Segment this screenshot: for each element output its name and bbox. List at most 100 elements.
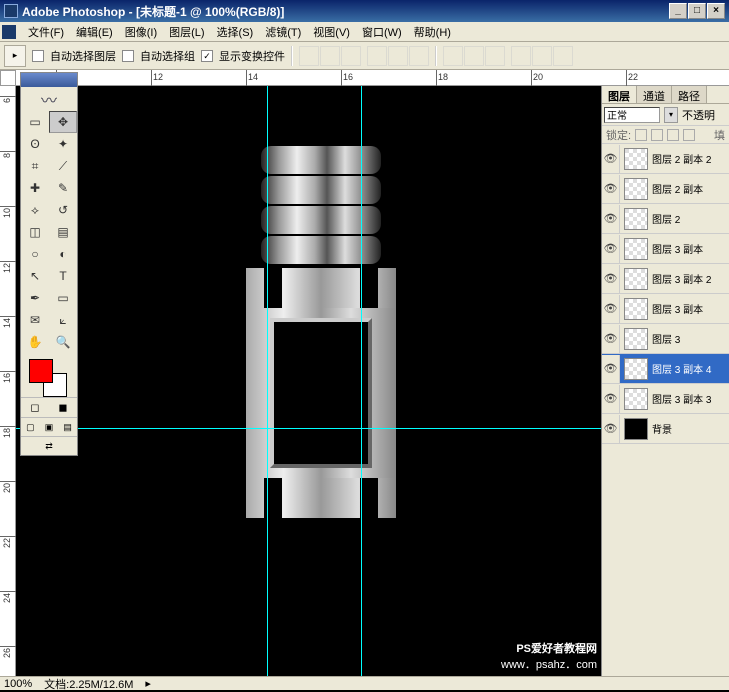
layer-thumbnail[interactable] xyxy=(624,208,648,230)
tool-type[interactable]: T xyxy=(49,265,77,287)
lock-transparency-icon[interactable] xyxy=(635,129,647,141)
tool-slice[interactable]: ⟋ xyxy=(49,155,77,177)
layer-thumbnail[interactable] xyxy=(624,298,648,320)
visibility-eye-icon[interactable]: 👁 xyxy=(602,145,620,173)
layer-thumbnail[interactable] xyxy=(624,328,648,350)
layer-row[interactable]: 👁背景 xyxy=(602,414,729,444)
layer-row[interactable]: 👁图层 3 副本 xyxy=(602,294,729,324)
align-vcenter-button[interactable] xyxy=(320,46,340,66)
menu-view[interactable]: 视图(V) xyxy=(307,22,356,42)
guide-vertical-left[interactable] xyxy=(267,86,268,676)
tool-gradient[interactable]: ▤ xyxy=(49,221,77,243)
layer-thumbnail[interactable] xyxy=(624,268,648,290)
quickmask-mode-button[interactable]: ◼ xyxy=(49,397,77,417)
visibility-eye-icon[interactable]: 👁 xyxy=(602,235,620,263)
show-transform-checkbox[interactable] xyxy=(201,50,213,62)
tool-crop[interactable]: ⌗ xyxy=(21,155,49,177)
lock-paint-icon[interactable] xyxy=(651,129,663,141)
toolbox[interactable]: ▭✥ʘ✦⌗⟋✚✎⟡↺◫▤○◐↖T✒▭✉⟀✋🔍 ◻ ◼ ▢ ▣ ▤ ⇄ xyxy=(20,72,78,456)
tool-stamp[interactable]: ⟡ xyxy=(21,199,49,221)
tool-move[interactable]: ✥ xyxy=(49,111,77,133)
tool-shape[interactable]: ▭ xyxy=(49,287,77,309)
visibility-eye-icon[interactable]: 👁 xyxy=(602,175,620,203)
dist-4-button[interactable] xyxy=(511,46,531,66)
tab-layers[interactable]: 图层 xyxy=(602,86,637,103)
ruler-vertical[interactable]: 68101214161820222426 xyxy=(0,86,16,676)
maximize-button[interactable]: □ xyxy=(688,3,706,19)
tool-lasso[interactable]: ʘ xyxy=(21,133,49,155)
lock-position-icon[interactable] xyxy=(667,129,679,141)
align-hcenter-button[interactable] xyxy=(388,46,408,66)
tab-channels[interactable]: 通道 xyxy=(637,86,672,103)
layer-row[interactable]: 👁图层 3 副本 xyxy=(602,234,729,264)
standard-mode-button[interactable]: ◻ xyxy=(21,397,49,417)
tool-marquee[interactable]: ▭ xyxy=(21,111,49,133)
menu-layer[interactable]: 图层(L) xyxy=(163,22,210,42)
tool-notes[interactable]: ✉ xyxy=(21,309,49,331)
lock-all-icon[interactable] xyxy=(683,129,695,141)
jump-to-button[interactable]: ⇄ xyxy=(21,437,77,455)
tool-wand[interactable]: ✦ xyxy=(49,133,77,155)
visibility-eye-icon[interactable]: 👁 xyxy=(602,295,620,323)
dist-1-button[interactable] xyxy=(443,46,463,66)
screen-full-button[interactable]: ▤ xyxy=(58,418,77,436)
visibility-eye-icon[interactable]: 👁 xyxy=(602,415,620,443)
dist-3-button[interactable] xyxy=(485,46,505,66)
layer-row[interactable]: 👁图层 2 副本 2 xyxy=(602,144,729,174)
menu-filter[interactable]: 滤镜(T) xyxy=(259,22,307,42)
visibility-eye-icon[interactable]: 👁 xyxy=(602,265,620,293)
align-right-button[interactable] xyxy=(409,46,429,66)
layer-row[interactable]: 👁图层 3 xyxy=(602,324,729,354)
screen-full-menu-button[interactable]: ▣ xyxy=(40,418,59,436)
layer-thumbnail[interactable] xyxy=(624,358,648,380)
guide-vertical-right[interactable] xyxy=(361,86,362,676)
foreground-color-swatch[interactable] xyxy=(29,359,53,383)
dist-2-button[interactable] xyxy=(464,46,484,66)
menu-image[interactable]: 图像(I) xyxy=(119,22,163,42)
minimize-button[interactable]: _ xyxy=(669,3,687,19)
auto-select-layer-checkbox[interactable] xyxy=(32,50,44,62)
layer-thumbnail[interactable] xyxy=(624,238,648,260)
menu-edit[interactable]: 编辑(E) xyxy=(70,22,119,42)
layer-row[interactable]: 👁图层 3 副本 3 xyxy=(602,384,729,414)
dist-6-button[interactable] xyxy=(553,46,573,66)
tool-eyedrop[interactable]: ⟀ xyxy=(49,309,77,331)
screen-standard-button[interactable]: ▢ xyxy=(21,418,40,436)
layer-thumbnail[interactable] xyxy=(624,418,648,440)
tool-path[interactable]: ↖ xyxy=(21,265,49,287)
layer-row[interactable]: 👁图层 3 副本 4 xyxy=(602,354,729,384)
align-top-button[interactable] xyxy=(299,46,319,66)
tool-pen[interactable]: ✒ xyxy=(21,287,49,309)
layer-thumbnail[interactable] xyxy=(624,148,648,170)
toolbox-header[interactable] xyxy=(21,73,77,87)
close-button[interactable]: × xyxy=(707,3,725,19)
tool-hand[interactable]: ✋ xyxy=(21,331,49,353)
menu-help[interactable]: 帮助(H) xyxy=(408,22,457,42)
visibility-eye-icon[interactable]: 👁 xyxy=(602,385,620,413)
blend-mode-select[interactable]: 正常 xyxy=(604,107,660,123)
tool-eraser[interactable]: ◫ xyxy=(21,221,49,243)
visibility-eye-icon[interactable]: 👁 xyxy=(602,355,620,383)
tool-history[interactable]: ↺ xyxy=(49,199,77,221)
zoom-level[interactable]: 100% xyxy=(4,678,32,690)
ruler-horizontal[interactable]: 10121416182022 xyxy=(16,70,729,86)
layer-row[interactable]: 👁图层 2 副本 xyxy=(602,174,729,204)
menu-window[interactable]: 窗口(W) xyxy=(356,22,408,42)
visibility-eye-icon[interactable]: 👁 xyxy=(602,205,620,233)
dist-5-button[interactable] xyxy=(532,46,552,66)
layer-thumbnail[interactable] xyxy=(624,388,648,410)
tab-paths[interactable]: 路径 xyxy=(672,86,707,103)
tool-brush[interactable]: ✎ xyxy=(49,177,77,199)
visibility-eye-icon[interactable]: 👁 xyxy=(602,325,620,353)
tool-blur[interactable]: ○ xyxy=(21,243,49,265)
blend-mode-dropdown-icon[interactable]: ▾ xyxy=(664,107,678,123)
layer-thumbnail[interactable] xyxy=(624,178,648,200)
layer-row[interactable]: 👁图层 2 xyxy=(602,204,729,234)
tool-heal[interactable]: ✚ xyxy=(21,177,49,199)
tool-zoom[interactable]: 🔍 xyxy=(49,331,77,353)
align-left-button[interactable] xyxy=(367,46,387,66)
status-arrow-icon[interactable]: ▸ xyxy=(145,677,151,690)
tool-dodge[interactable]: ◐ xyxy=(49,243,77,265)
menu-file[interactable]: 文件(F) xyxy=(22,22,70,42)
layer-row[interactable]: 👁图层 3 副本 2 xyxy=(602,264,729,294)
